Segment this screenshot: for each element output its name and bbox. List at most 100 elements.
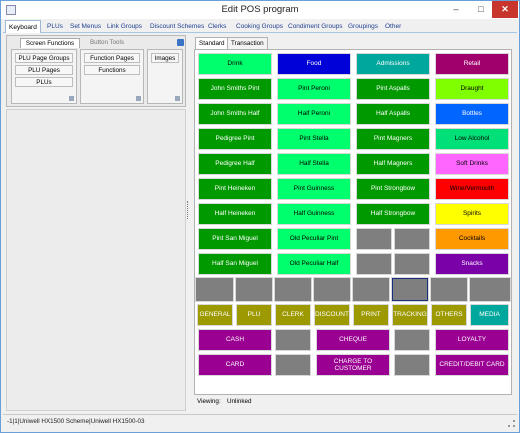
key-old-peculiar-pint[interactable]: Old Peculiar Pint xyxy=(277,228,351,250)
key-empty[interactable] xyxy=(352,277,390,302)
function-pages-button[interactable]: Function Pages xyxy=(84,53,140,63)
key-empty[interactable] xyxy=(275,354,311,376)
key-pint-guinness[interactable]: Pint Guinness xyxy=(277,178,351,200)
key-general[interactable]: GENERAL xyxy=(197,304,233,326)
key-half-heineken[interactable]: Half Heineken xyxy=(198,203,272,225)
key-plu[interactable]: PLU xyxy=(236,304,272,326)
key-empty[interactable] xyxy=(394,228,430,250)
key-discount[interactable]: DISCOUNT xyxy=(314,304,350,326)
key-pedigree-pint[interactable]: Pedigree Pint xyxy=(198,128,272,150)
images-button[interactable]: Images xyxy=(151,53,179,63)
close-button[interactable]: ✕ xyxy=(492,1,518,18)
key-drink[interactable]: Drink xyxy=(198,53,272,75)
key-cash[interactable]: CASH xyxy=(198,329,272,351)
key-half-strongbow[interactable]: Half Strongbow xyxy=(356,203,430,225)
group-expand-icon[interactable] xyxy=(175,96,180,101)
status-bar: -1|1|Uniwell HX1500 Scheme|Uniwell HX150… xyxy=(3,414,517,429)
key-low-alcohol[interactable]: Low Alcohol xyxy=(435,128,509,150)
key-empty[interactable] xyxy=(394,329,430,351)
plu-pages-button[interactable]: PLU Pages xyxy=(15,65,73,75)
key-empty[interactable] xyxy=(430,277,468,302)
key-empty[interactable] xyxy=(274,277,312,302)
key-media[interactable]: MEDIA xyxy=(470,304,509,326)
key-others[interactable]: OTHERS xyxy=(431,304,467,326)
menu-cooking-groups[interactable]: Cooking Groups xyxy=(233,20,286,33)
group-expand-icon[interactable] xyxy=(136,96,141,101)
status-text: -1|1|Uniwell HX1500 Scheme|Uniwell HX150… xyxy=(7,418,145,425)
key-pint-san-miguel[interactable]: Pint San Miguel xyxy=(198,228,272,250)
key-loyalty[interactable]: LOYALTY xyxy=(435,329,509,351)
key-bottles[interactable]: Bottles xyxy=(435,103,509,125)
tab-button-tools[interactable]: Button Tools xyxy=(82,38,132,48)
tab-standard[interactable]: Standard xyxy=(195,37,229,49)
menu-other[interactable]: Other xyxy=(382,20,404,33)
tab-transaction[interactable]: Transaction xyxy=(227,37,268,49)
viewing-bar: Viewing: Unlinked xyxy=(194,397,512,408)
menu-clerks[interactable]: Clerks xyxy=(205,20,229,33)
tab-screen-functions[interactable]: Screen Functions xyxy=(20,38,80,48)
key-food[interactable]: Food xyxy=(277,53,351,75)
key-soft-drinks[interactable]: Soft Drinks xyxy=(435,153,509,175)
key-half-san-miguel[interactable]: Half San Miguel xyxy=(198,253,272,275)
key-admissions[interactable]: Admissions xyxy=(356,53,430,75)
pin-icon[interactable] xyxy=(177,39,184,46)
resize-grip-icon[interactable] xyxy=(508,420,515,427)
key-empty[interactable] xyxy=(356,253,392,275)
functions-button[interactable]: Functions xyxy=(84,65,140,75)
key-empty[interactable] xyxy=(394,354,430,376)
key-charge-to-customer[interactable]: CHARGE TO CUSTOMER xyxy=(316,354,390,376)
key-credit-debit-card[interactable]: CREDIT/DEBIT CARD xyxy=(435,354,509,376)
key-tracking[interactable]: TRACKING xyxy=(392,304,428,326)
key-empty[interactable] xyxy=(195,277,234,302)
splitter-handle[interactable] xyxy=(187,201,190,219)
key-half-stella[interactable]: Half Stella xyxy=(277,153,351,175)
key-grid: Drink Food Admissions Retail John Smiths… xyxy=(194,49,512,395)
key-spirits[interactable]: Spirits xyxy=(435,203,509,225)
key-pint-stella[interactable]: Pint Stella xyxy=(277,128,351,150)
key-half-magners[interactable]: Half Magners xyxy=(356,153,430,175)
functions-group: Function Pages Functions xyxy=(80,49,144,104)
key-print[interactable]: PRINT xyxy=(353,304,389,326)
key-empty[interactable] xyxy=(235,277,273,302)
key-clerk[interactable]: CLERK xyxy=(275,304,311,326)
screen-functions-panel: Screen Functions Button Tools PLU Page G… xyxy=(6,35,186,107)
plu-page-groups-button[interactable]: PLU Page Groups xyxy=(15,53,73,63)
menu-condiment-groups[interactable]: Condiment Groups xyxy=(285,20,346,33)
key-empty-selected[interactable] xyxy=(391,277,429,302)
menu-discount-schemes[interactable]: Discount Schemes xyxy=(147,20,207,33)
menu-groupings[interactable]: Groupings xyxy=(345,20,381,33)
key-pint-heineken[interactable]: Pint Heineken xyxy=(198,178,272,200)
maximize-button[interactable]: □ xyxy=(468,1,494,18)
key-pint-peroni[interactable]: Pint Peroni xyxy=(277,78,351,100)
key-pint-strongbow[interactable]: Pint Strongbow xyxy=(356,178,430,200)
key-pedigree-half[interactable]: Pedigree Half xyxy=(198,153,272,175)
key-half-guinness[interactable]: Half Guinness xyxy=(277,203,351,225)
menu-plus[interactable]: PLUs xyxy=(44,20,66,33)
key-empty[interactable] xyxy=(313,277,351,302)
key-empty[interactable] xyxy=(469,277,511,302)
menu-keyboard[interactable]: Keyboard xyxy=(5,20,41,33)
key-cheque[interactable]: CHEQUE xyxy=(316,329,390,351)
plus-button[interactable]: PLUs xyxy=(15,77,73,87)
key-john-smiths-half[interactable]: John Smiths Half xyxy=(198,103,272,125)
key-pint-magners[interactable]: Pint Magners xyxy=(356,128,430,150)
key-empty[interactable] xyxy=(394,253,430,275)
key-old-peculiar-half[interactable]: Old Peculiar Half xyxy=(277,253,351,275)
key-empty[interactable] xyxy=(356,228,392,250)
key-retail[interactable]: Retail xyxy=(435,53,509,75)
key-card[interactable]: CARD xyxy=(198,354,272,376)
menu-link-groups[interactable]: Link Groups xyxy=(104,20,145,33)
group-expand-icon[interactable] xyxy=(69,96,74,101)
key-john-smiths-pint[interactable]: John Smiths Pint xyxy=(198,78,272,100)
key-half-aspalls[interactable]: Half Aspalls xyxy=(356,103,430,125)
key-pint-aspalls[interactable]: Pint Aspalls xyxy=(356,78,430,100)
viewing-label: Viewing: xyxy=(197,398,221,405)
menu-set-menus[interactable]: Set Menus xyxy=(67,20,104,33)
key-half-peroni[interactable]: Half Peroni xyxy=(277,103,351,125)
key-draught[interactable]: Draught xyxy=(435,78,509,100)
key-empty[interactable] xyxy=(275,329,311,351)
key-snacks[interactable]: Snacks xyxy=(435,253,509,275)
key-wine-vermouth[interactable]: Wine/Vermouth xyxy=(435,178,509,200)
minimize-button[interactable]: ‒ xyxy=(443,1,469,18)
key-cocktails[interactable]: Cocktails xyxy=(435,228,509,250)
